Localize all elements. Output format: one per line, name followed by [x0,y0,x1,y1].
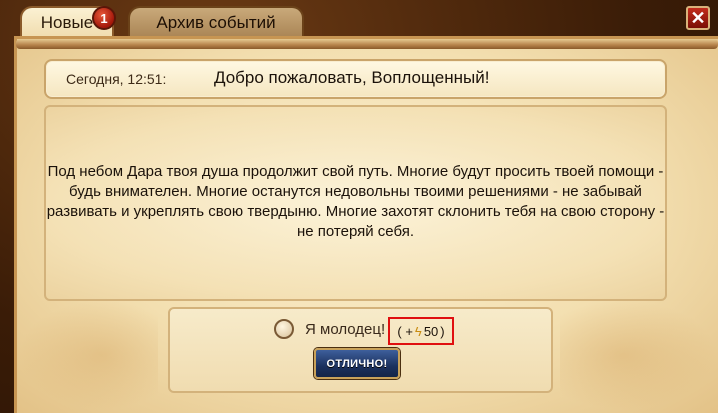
tab-archive[interactable]: Архив событий [128,6,304,38]
reward-indicator: ( + ϟ 50 ) [388,317,454,345]
reward-suffix: ) [440,323,445,339]
message-body: Под небом Дара твоя душа продолжит свой … [46,163,665,240]
tab-archive-label: Архив событий [156,13,276,32]
message-title: Добро пожаловать, Воплощенный! [214,68,490,87]
reward-prefix: ( + [397,323,413,339]
ok-button[interactable]: ОТЛИЧНО! [314,348,400,379]
tab-new-label: Новые [40,13,94,32]
decorative-swirl-left [18,300,158,410]
lightning-icon: ϟ [414,323,422,339]
confirm-checkbox-label: Я молодец! [305,321,386,338]
message-date: Сегодня, 12:51: [66,71,167,87]
reward-value: 50 [423,323,439,339]
confirm-checkbox[interactable] [274,319,294,339]
notification-badge: 1 [92,6,116,30]
close-button[interactable]: ✕ [686,6,710,30]
decorative-swirl-right [560,300,718,410]
scroll-rod [16,39,718,49]
